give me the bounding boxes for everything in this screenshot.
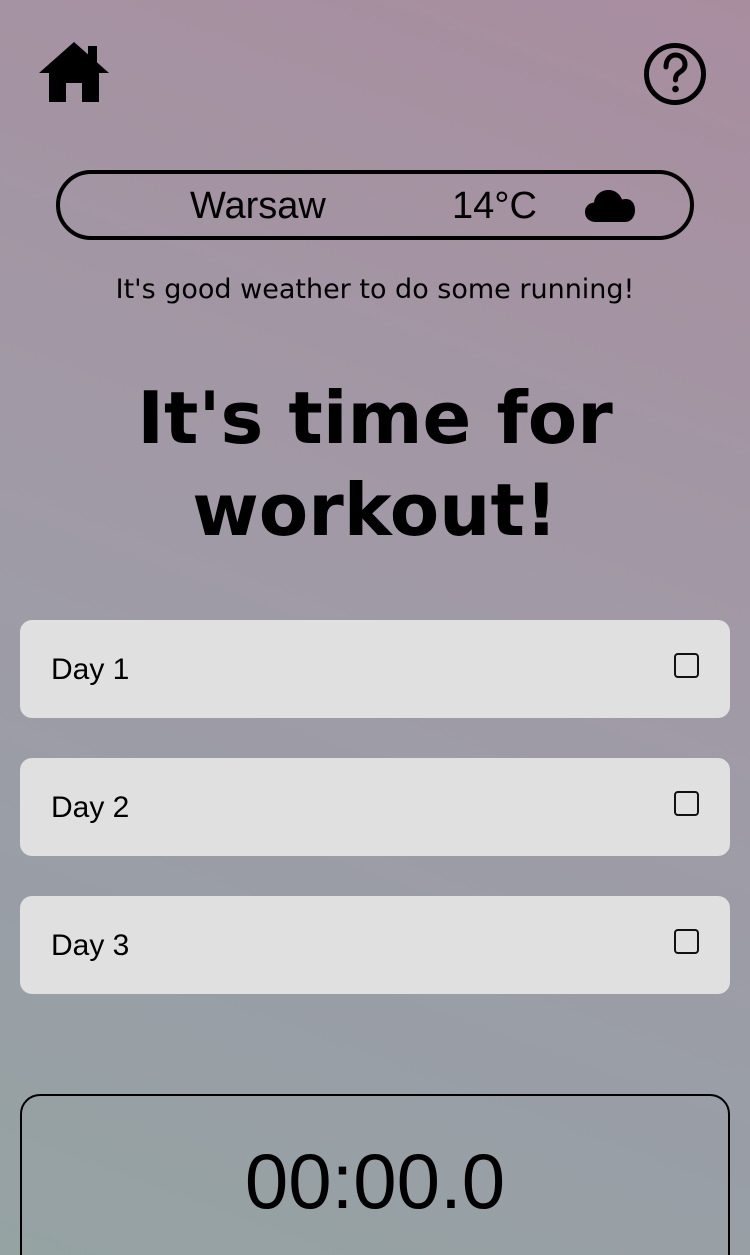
weather-tip: It's good weather to do some running!	[115, 274, 635, 305]
day-checkbox[interactable]	[674, 929, 699, 954]
weather-widget: Warsaw 14°C	[56, 170, 694, 240]
page-title-text: It's time for workout!	[137, 376, 613, 552]
day-checkbox[interactable]	[674, 791, 699, 816]
weather-city: Warsaw	[190, 185, 326, 227]
help-circle-icon[interactable]	[643, 42, 707, 106]
day-item[interactable]: Day 2	[20, 758, 730, 856]
stopwatch-display: 00:00.0	[244, 1137, 506, 1225]
cloud-icon	[584, 188, 636, 224]
page-title: It's time for workout!	[0, 372, 750, 556]
day-label: Day 2	[51, 791, 130, 824]
day-item[interactable]: Day 1	[20, 620, 730, 718]
day-label: Day 3	[51, 929, 130, 962]
day-checkbox[interactable]	[674, 653, 699, 678]
day-item[interactable]: Day 3	[20, 896, 730, 994]
home-icon[interactable]	[38, 40, 110, 104]
stopwatch-panel: 00:00.0	[20, 1094, 730, 1255]
day-label: Day 1	[51, 653, 130, 686]
weather-temperature: 14°C	[452, 185, 537, 227]
